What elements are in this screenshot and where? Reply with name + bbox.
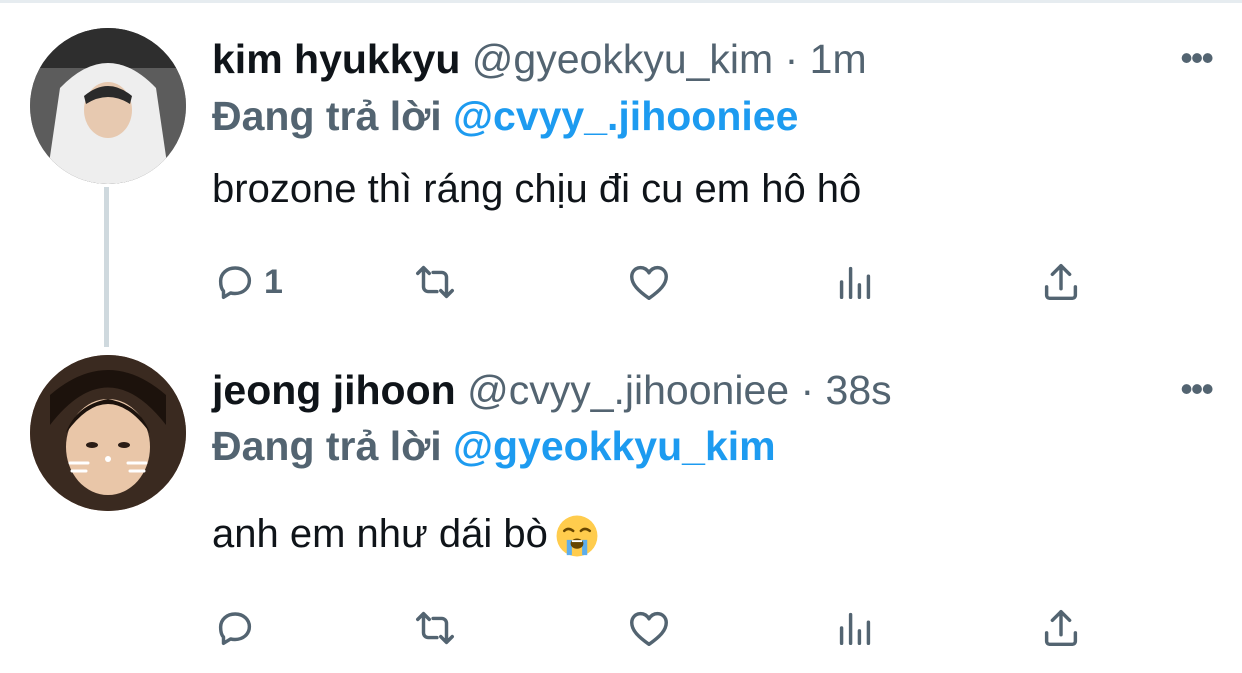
separator: · bbox=[800, 367, 815, 413]
reply-icon bbox=[218, 612, 252, 646]
share-icon bbox=[1044, 609, 1078, 647]
share-icon bbox=[1044, 263, 1078, 301]
avatar[interactable] bbox=[30, 28, 186, 184]
replying-to-label: Đang trả lời bbox=[212, 423, 442, 469]
tweet-header: kim hyukkyu @gyeokkyu_kim · 1m bbox=[212, 34, 1182, 84]
thread-line bbox=[104, 187, 109, 347]
user-handle[interactable]: @cvyy_.jihooniee bbox=[467, 367, 789, 413]
timestamp[interactable]: 1m bbox=[810, 36, 867, 82]
more-icon[interactable]: ••• bbox=[1180, 371, 1214, 407]
retweet-icon bbox=[416, 611, 454, 645]
retweet-button[interactable] bbox=[412, 603, 458, 653]
analytics-icon bbox=[839, 612, 871, 646]
avatar[interactable] bbox=[30, 355, 186, 511]
tweet-text: anh em như dái bò bbox=[212, 512, 548, 556]
share-button[interactable] bbox=[1038, 257, 1084, 307]
like-button[interactable] bbox=[626, 603, 672, 653]
share-button[interactable] bbox=[1038, 603, 1084, 653]
tweet-1[interactable]: kim hyukkyu @gyeokkyu_kim · 1m ••• Đang … bbox=[0, 0, 1242, 347]
loudly-crying-face-icon bbox=[556, 515, 598, 557]
display-name[interactable]: kim hyukkyu bbox=[212, 36, 460, 82]
action-bar bbox=[212, 603, 1092, 653]
tweet-text-line: anh em như dái bò bbox=[212, 509, 600, 559]
reply-button[interactable]: 1 bbox=[212, 257, 283, 307]
replying-to-label: Đang trả lời bbox=[212, 93, 442, 139]
reply-button[interactable] bbox=[212, 603, 264, 653]
like-button[interactable] bbox=[626, 257, 672, 307]
tweet-2[interactable]: jeong jihoon @cvyy_.jihooniee · 38s ••• … bbox=[0, 345, 1242, 673]
tweet-text: brozone thì ráng chịu đi cu em hô hô bbox=[212, 167, 862, 211]
retweet-icon bbox=[416, 265, 454, 299]
analytics-button[interactable] bbox=[832, 603, 878, 653]
like-icon bbox=[630, 265, 668, 301]
reply-icon bbox=[218, 266, 252, 300]
like-icon bbox=[630, 611, 668, 647]
replying-to-mention[interactable]: @cvyy_.jihooniee bbox=[453, 93, 798, 139]
display-name[interactable]: jeong jihoon bbox=[212, 367, 456, 413]
action-bar: 1 bbox=[212, 257, 1092, 307]
replying-to: Đang trả lời @cvyy_.jihooniee bbox=[212, 91, 798, 141]
replying-to-mention[interactable]: @gyeokkyu_kim bbox=[453, 423, 776, 469]
more-icon[interactable]: ••• bbox=[1180, 40, 1214, 76]
timestamp[interactable]: 38s bbox=[826, 367, 892, 413]
reply-count: 1 bbox=[264, 262, 283, 301]
tweet-header: jeong jihoon @cvyy_.jihooniee · 38s bbox=[212, 365, 1182, 415]
separator: · bbox=[784, 36, 799, 82]
retweet-button[interactable] bbox=[412, 257, 458, 307]
analytics-button[interactable] bbox=[832, 257, 878, 307]
replying-to: Đang trả lời @gyeokkyu_kim bbox=[212, 421, 776, 471]
user-handle[interactable]: @gyeokkyu_kim bbox=[472, 36, 773, 82]
analytics-icon bbox=[839, 266, 871, 300]
